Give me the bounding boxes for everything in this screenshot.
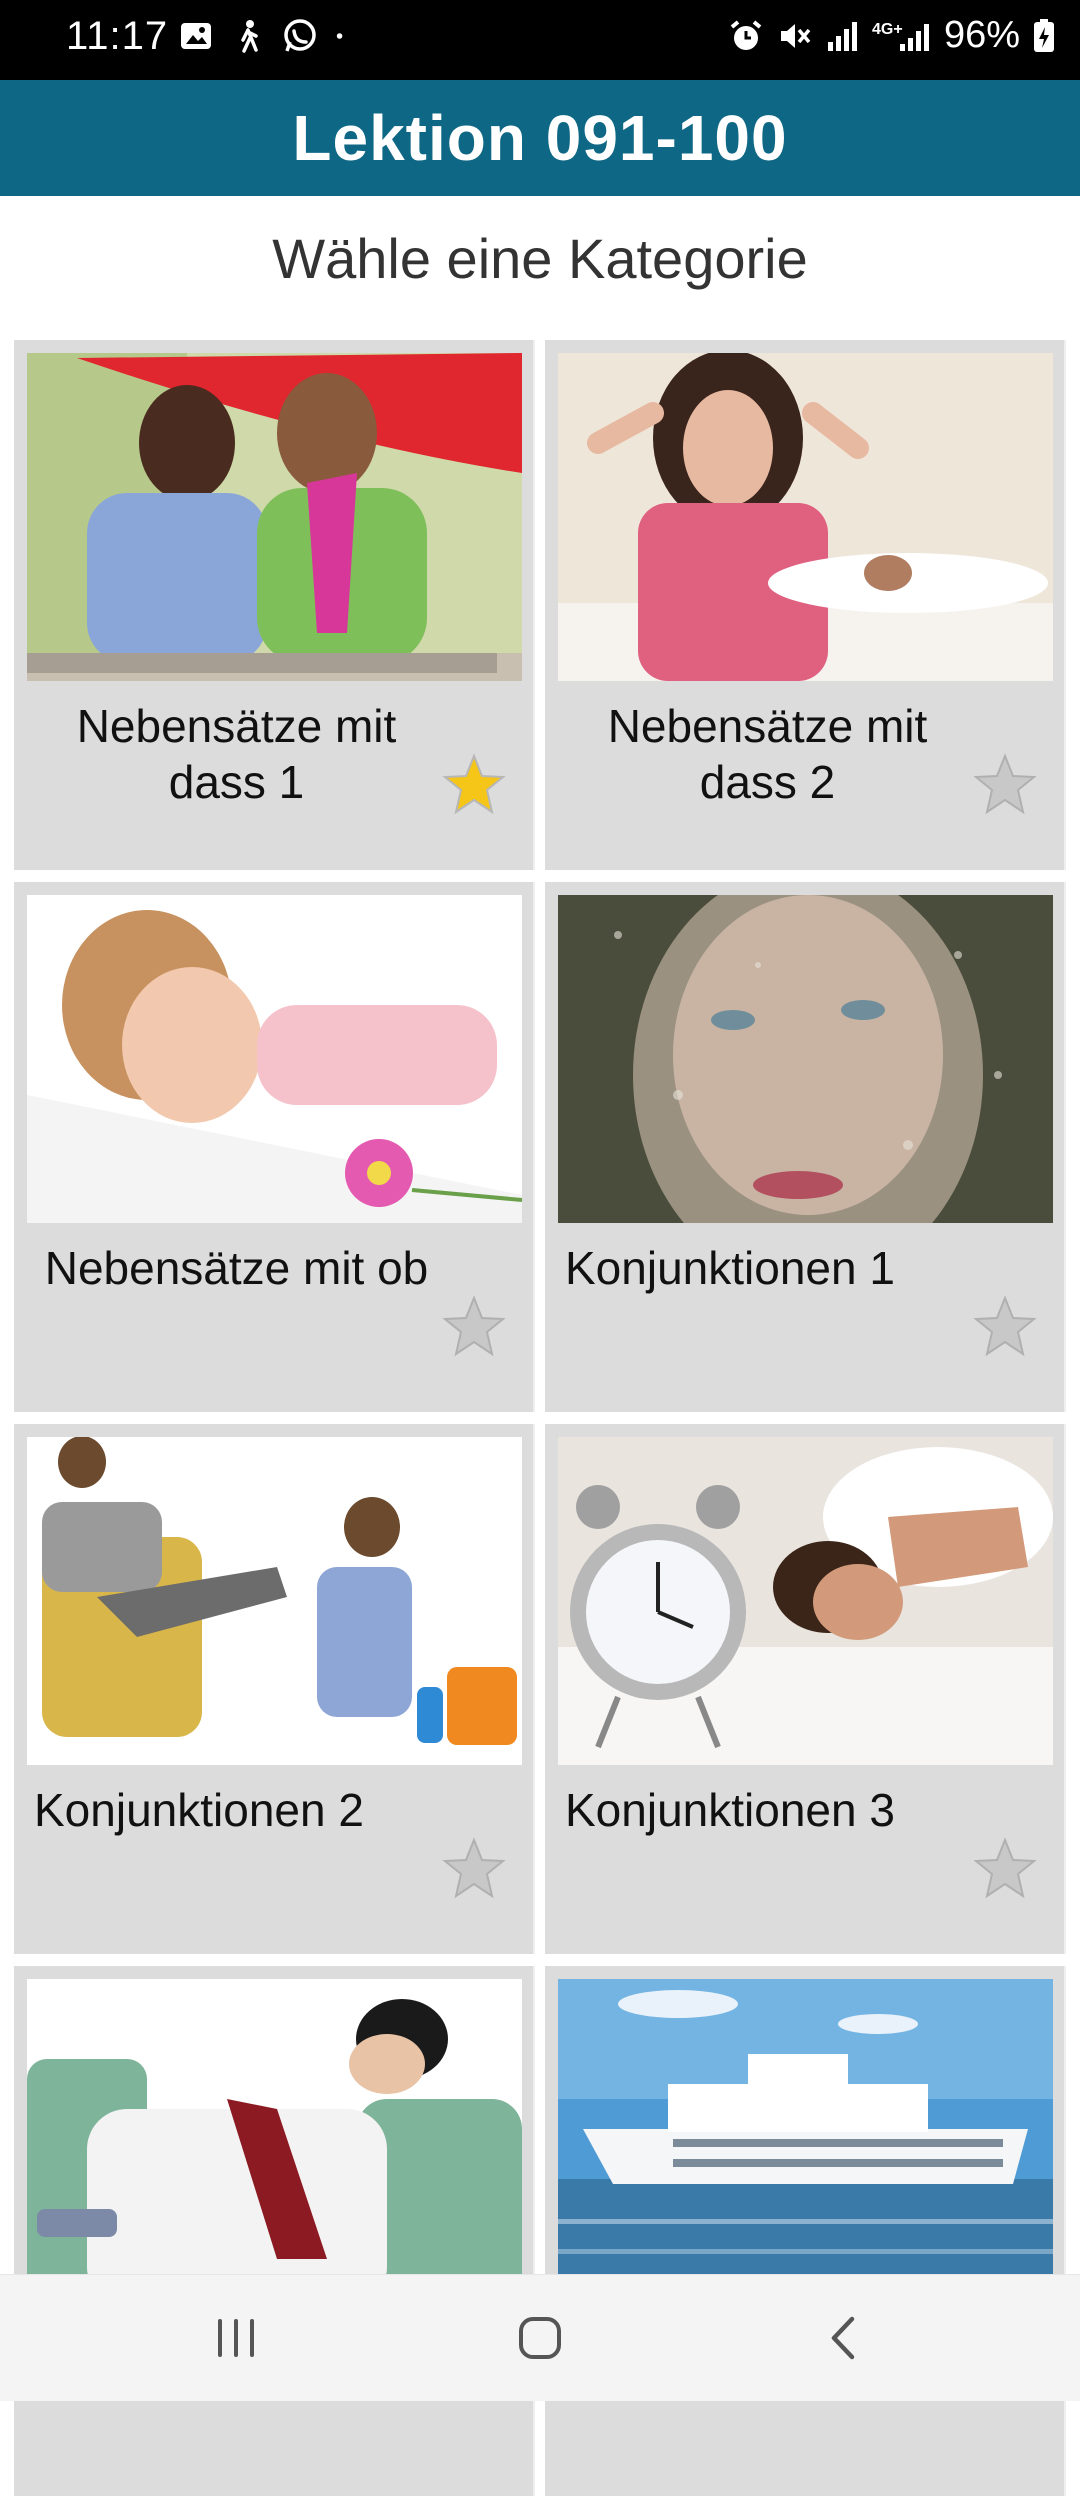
category-label: Konjunktionen 2 [34, 1784, 364, 1836]
page-title: Lektion 091-100 [292, 102, 788, 174]
category-label: Nebensätze mit ob [44, 1242, 429, 1294]
status-time: 11:17 [66, 14, 169, 58]
star-icon[interactable] [972, 1836, 1038, 1902]
category-card[interactable] [545, 1966, 1066, 2496]
category-image [27, 1979, 522, 2307]
gallery-icon [181, 23, 211, 49]
mute-icon [780, 23, 811, 48]
signal-4g-icon: 4G+ [872, 21, 929, 51]
battery-percent: 96% [943, 14, 1020, 56]
category-image [558, 895, 1053, 1223]
walking-icon [241, 20, 258, 53]
svg-text:4G+: 4G+ [872, 21, 903, 38]
category-image [27, 895, 522, 1223]
star-icon[interactable] [441, 1294, 507, 1360]
star-icon[interactable] [441, 1836, 507, 1902]
category-card[interactable]: Nebensätze mit dass 2 [545, 340, 1066, 870]
category-card[interactable]: Nebensätze mit ob [14, 882, 535, 1412]
category-card[interactable]: Konjunktionen 1 [545, 882, 1066, 1412]
battery-charging-icon [1034, 18, 1054, 52]
alarm-icon [730, 19, 762, 50]
subtitle: Wähle eine Kategorie [272, 227, 808, 290]
category-card[interactable]: Nebensätze mit dass 1 [14, 340, 535, 870]
category-image [558, 1979, 1053, 2307]
category-label: Konjunktionen 3 [565, 1784, 895, 1836]
home-icon[interactable] [510, 2313, 570, 2363]
category-image [27, 353, 522, 681]
category-label: Nebensätze mit dass 2 [607, 700, 928, 808]
star-icon[interactable] [972, 1294, 1038, 1360]
recent-apps-icon[interactable] [206, 2313, 266, 2363]
category-image [558, 1437, 1053, 1765]
category-image [558, 353, 1053, 681]
star-icon[interactable] [441, 752, 507, 818]
category-card[interactable]: Konjunktionen 2 [14, 1424, 535, 1954]
app-bar: Lektion 091-100 [0, 80, 1080, 196]
signal-icon [827, 21, 857, 51]
category-image [27, 1437, 522, 1765]
system-nav-bar [0, 2274, 1080, 2401]
dot-icon [336, 33, 343, 39]
category-card[interactable]: Konjunktionen 3 [545, 1424, 1066, 1954]
category-label: Konjunktionen 1 [565, 1242, 895, 1294]
back-icon[interactable] [814, 2313, 874, 2363]
status-bar: 11:17 4G+ 96% [0, 0, 1080, 80]
star-icon[interactable] [972, 752, 1038, 818]
category-card[interactable] [14, 1966, 535, 2496]
whatsapp-icon [284, 19, 316, 52]
category-label: Nebensätze mit dass 1 [76, 700, 397, 808]
